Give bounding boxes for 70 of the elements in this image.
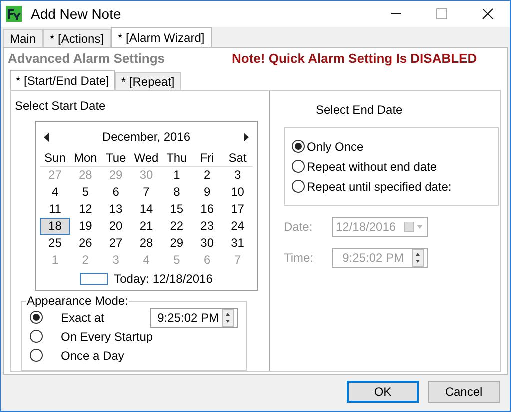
calendar[interactable]: December, 2016 Sun Mon Tue Wed Thu Fri Sat 27 28 29 30 1 2 3 4 5 6 7 8 9 10 11 12 13 14 15 16 17 18 19 20 21 22 23 24 25 26 27 28 29 30 31 1 2 3 4 5 6 7 Today: 12/18/2016 — [35, 121, 258, 291]
weekday-label: Mon — [72, 150, 98, 166]
section-title: Advanced Alarm Settings — [8, 50, 166, 68]
tab[interactable]: * [Start/End Date] — [10, 70, 116, 90]
weekday-label: Tue — [104, 150, 128, 166]
today-marker-icon — [80, 273, 108, 285]
weekday-label: Sat — [228, 150, 248, 166]
calendar-day[interactable]: 30 — [192, 235, 223, 252]
calendar-day[interactable]: 24 — [222, 218, 253, 235]
radio-button[interactable] — [30, 349, 43, 362]
calendar-day[interactable]: 11 — [40, 201, 70, 218]
calendar-day[interactable]: 7 — [131, 184, 162, 201]
calendar-day[interactable]: 27 — [100, 235, 132, 252]
tab[interactable]: Main — [3, 29, 44, 47]
group-legend: Appearance Mode: — [26, 294, 130, 308]
spin-buttons[interactable] — [222, 308, 234, 326]
calendar-day[interactable]: 13 — [100, 201, 132, 218]
calendar-day[interactable]: 18 — [40, 218, 70, 235]
calendar-day[interactable]: 28 — [131, 235, 162, 252]
weekday-label: Thu — [166, 150, 188, 166]
calendar-day[interactable]: 25 — [40, 235, 70, 252]
calendar-day[interactable]: 15 — [162, 201, 192, 218]
calendar-day[interactable]: 21 — [131, 218, 162, 235]
today-link[interactable]: Today: 12/18/2016 — [114, 270, 213, 288]
calendar-day[interactable]: 1 — [162, 167, 192, 184]
calendar-day[interactable]: 9 — [192, 184, 223, 201]
weekday-label: Fri — [199, 150, 216, 166]
field-label: Select Start Date — [15, 98, 107, 115]
date-label: Date: — [284, 219, 314, 236]
dialog-button[interactable]: OK — [347, 381, 419, 403]
radio-label[interactable]: Once a Day — [61, 346, 124, 364]
time-label: Time: — [284, 250, 315, 267]
close-icon[interactable] — [482, 8, 494, 20]
calendar-day[interactable]: 17 — [222, 201, 253, 218]
calendar-day[interactable]: 20 — [100, 218, 132, 235]
month-title[interactable]: December, 2016 — [102, 128, 191, 146]
radio-label[interactable]: Exact at — [61, 308, 104, 326]
calendar-day[interactable]: 6 — [100, 184, 132, 201]
tab[interactable]: * [Repeat] — [115, 72, 181, 90]
radio-button[interactable] — [30, 330, 43, 343]
radio-label[interactable]: On Every Startup — [61, 328, 154, 346]
calendar-day[interactable]: 31 — [222, 235, 253, 252]
calendar-day[interactable]: 14 — [131, 201, 162, 218]
weekday-label: Wed — [133, 150, 160, 166]
calendar-day[interactable]: 5 — [70, 184, 101, 201]
calendar-day[interactable]: 22 — [162, 218, 192, 235]
calendar-day[interactable]: 4 — [40, 184, 70, 201]
calendar-day[interactable]: 2 — [192, 167, 223, 184]
field-label: Select End Date — [316, 102, 404, 119]
calendar-day[interactable]: 23 — [192, 218, 223, 235]
calendar-day[interactable]: 8 — [162, 184, 192, 201]
calendar-day[interactable]: 16 — [192, 201, 223, 218]
calendar-day[interactable]: 12 — [70, 201, 101, 218]
calendar-day[interactable]: 29 — [162, 235, 192, 252]
warning-text: Note! Quick Alarm Setting Is DISABLED — [232, 50, 478, 68]
weekday-label: Sun — [44, 150, 67, 166]
time-field[interactable]: 9:25:02 PM — [150, 308, 238, 328]
radio-button[interactable] — [30, 311, 43, 324]
spin-buttons[interactable] — [412, 249, 424, 267]
previous-month-icon[interactable] — [44, 132, 50, 142]
calendar-day[interactable]: 26 — [70, 235, 101, 252]
calendar-day[interactable]: 3 — [222, 167, 253, 184]
window-title: Add New Note — [31, 4, 122, 24]
calendar-day[interactable]: 19 — [70, 218, 101, 235]
calendar-day[interactable]: 10 — [222, 184, 253, 201]
tab[interactable]: * [Alarm Wizard] — [111, 27, 212, 47]
tab[interactable]: * [Actions] — [43, 29, 112, 47]
next-month-icon[interactable] — [243, 132, 249, 142]
dialog-button[interactable]: Cancel — [428, 381, 500, 403]
app-logo-icon — [5, 5, 23, 23]
